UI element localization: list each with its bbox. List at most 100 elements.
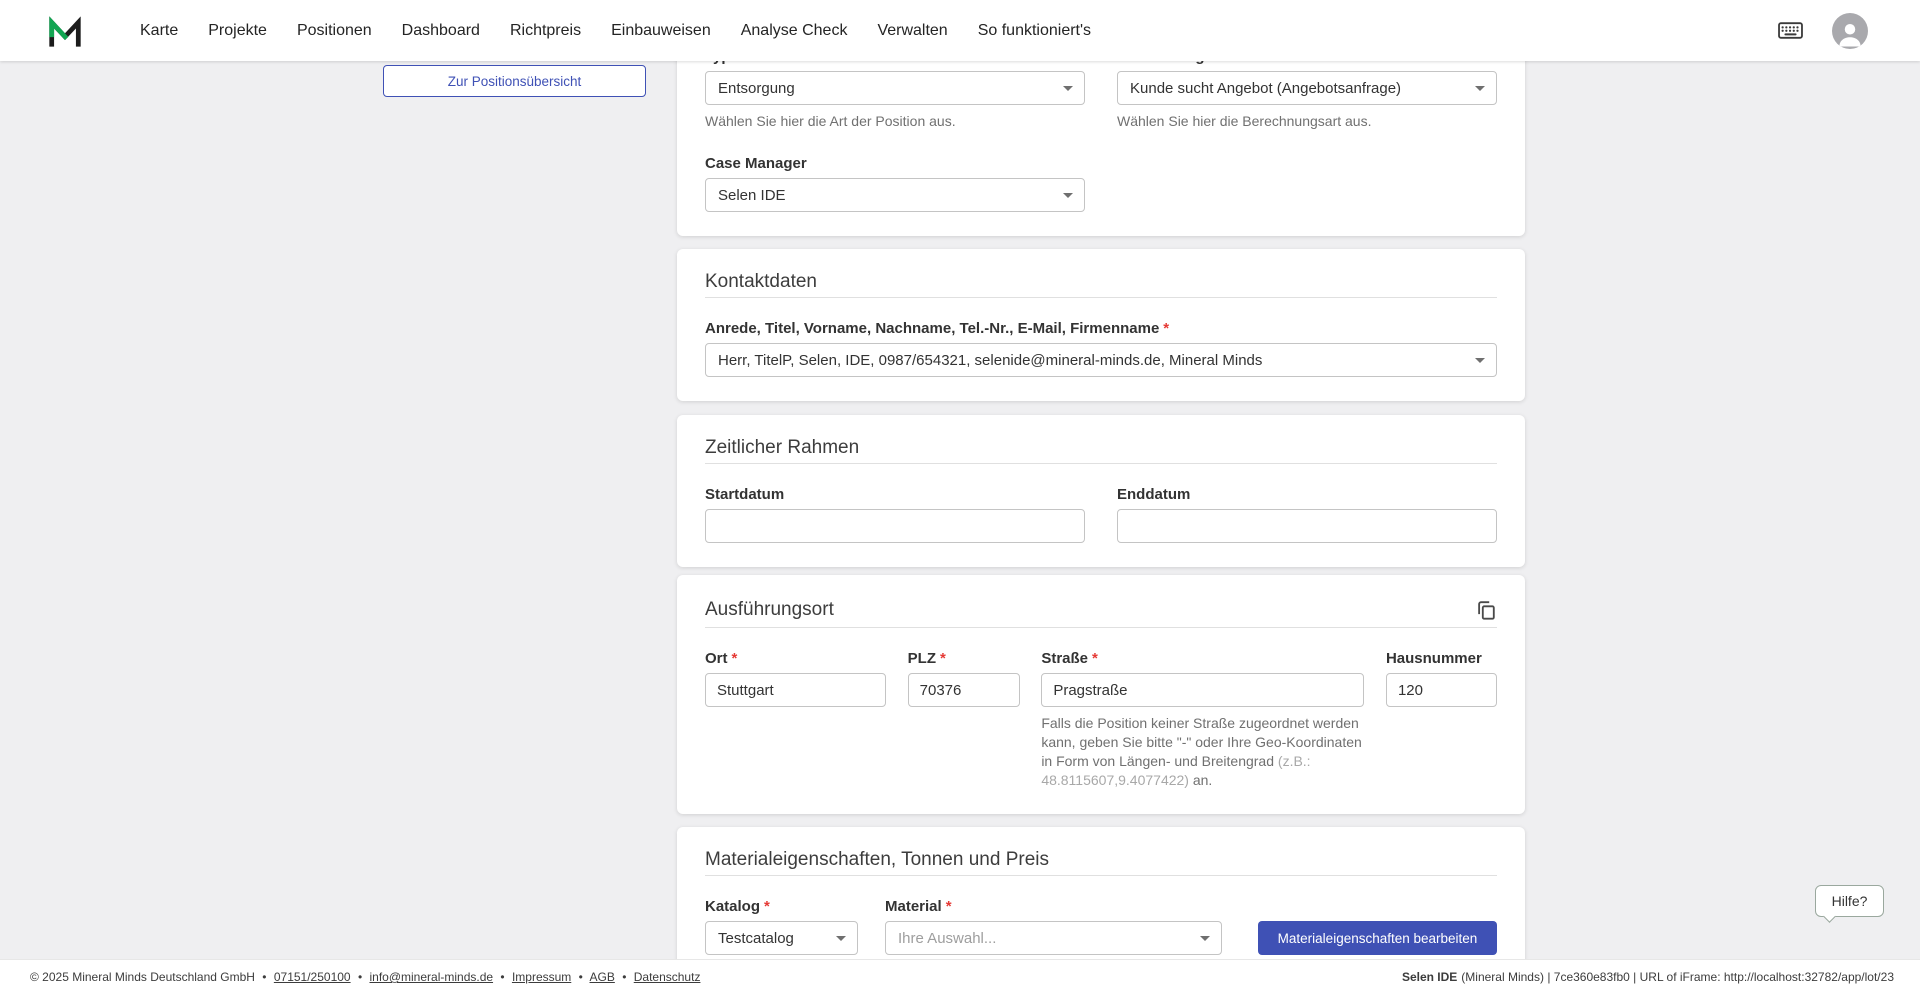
mineral-minds-logo-icon bbox=[46, 12, 84, 50]
footer-link-phone[interactable]: 07151/250100 bbox=[274, 970, 351, 984]
hausnummer-label-text: Hausnummer bbox=[1386, 650, 1482, 667]
chevron-down-icon bbox=[836, 936, 846, 941]
copy-icon bbox=[1475, 599, 1497, 621]
nav-item-so-funktionierts[interactable]: So funktioniert's bbox=[978, 22, 1091, 40]
top-navigation: Karte Projekte Positionen Dashboard Rich… bbox=[0, 0, 1920, 61]
strasse-label: Straße * bbox=[1041, 650, 1364, 667]
nav-item-richtpreis[interactable]: Richtpreis bbox=[510, 22, 581, 40]
berechnungsart-label-text: Berechnungsart bbox=[1117, 61, 1232, 65]
strasse-label-text: Straße bbox=[1041, 650, 1088, 667]
required-marker: * bbox=[732, 650, 738, 667]
chevron-down-icon bbox=[1063, 86, 1073, 91]
nav-item-einbauweisen[interactable]: Einbauweisen bbox=[611, 22, 711, 40]
kontakt-select-value: Herr, TitelP, Selen, IDE, 0987/654321, s… bbox=[718, 352, 1262, 369]
strasse-helper-text: Falls die Position keiner Straße zugeord… bbox=[1041, 714, 1364, 790]
typ-helper-text: Wählen Sie hier die Art der Position aus… bbox=[705, 112, 1085, 131]
materialeigenschaften-title: Materialeigenschaften, Tonnen und Preis bbox=[705, 851, 1497, 869]
nav-item-analyse-check[interactable]: Analyse Check bbox=[741, 22, 848, 40]
enddatum-input[interactable] bbox=[1117, 509, 1497, 543]
main-content: Zur Positionsübersicht Typ * Entsorgung … bbox=[0, 61, 1920, 959]
required-marker: * bbox=[940, 650, 946, 667]
copy-location-button[interactable] bbox=[1475, 599, 1497, 621]
keyboard-icon bbox=[1777, 17, 1804, 44]
divider bbox=[705, 297, 1497, 298]
footer-link-agb[interactable]: AGB bbox=[590, 970, 615, 984]
kontakt-select[interactable]: Herr, TitelP, Selen, IDE, 0987/654321, s… bbox=[705, 343, 1497, 377]
material-label-text: Material bbox=[885, 898, 942, 915]
chevron-down-icon bbox=[1475, 86, 1485, 91]
separator: • bbox=[622, 970, 626, 984]
brand-logo[interactable] bbox=[45, 11, 85, 51]
case-manager-label: Case Manager bbox=[705, 155, 1085, 172]
ausfuehrungsort-title: Ausführungsort bbox=[705, 601, 834, 619]
edit-material-properties-button[interactable]: Materialeigenschaften bearbeiten bbox=[1258, 921, 1497, 955]
kontakt-label-text: Anrede, Titel, Vorname, Nachname, Tel.-N… bbox=[705, 320, 1159, 337]
ort-label-text: Ort bbox=[705, 650, 728, 667]
nav-item-projekte[interactable]: Projekte bbox=[208, 22, 267, 40]
help-button[interactable]: Hilfe? bbox=[1815, 885, 1884, 917]
footer: © 2025 Mineral Minds Deutschland GmbH • … bbox=[0, 959, 1920, 994]
ort-input[interactable] bbox=[705, 673, 886, 707]
berechnungsart-helper-text: Wählen Sie hier die Berechnungsart aus. bbox=[1117, 112, 1497, 131]
typ-label: Typ * bbox=[705, 61, 1085, 65]
startdatum-label-text: Startdatum bbox=[705, 486, 784, 503]
footer-session-info: Selen IDE(Mineral Minds) | 7ce360e83fb0 … bbox=[1402, 970, 1894, 984]
session-details: (Mineral Minds) | 7ce360e83fb0 | URL of … bbox=[1461, 970, 1894, 984]
card-materialeigenschaften: Materialeigenschaften, Tonnen und Preis … bbox=[677, 827, 1525, 959]
katalog-label: Katalog * bbox=[705, 898, 858, 915]
plz-input[interactable] bbox=[908, 673, 1020, 707]
case-manager-select-value: Selen IDE bbox=[718, 187, 786, 204]
chevron-down-icon bbox=[1475, 358, 1485, 363]
required-marker: * bbox=[735, 61, 741, 65]
user-avatar-icon bbox=[1835, 19, 1865, 49]
nav-item-karte[interactable]: Karte bbox=[140, 22, 178, 40]
startdatum-label: Startdatum bbox=[705, 486, 1085, 503]
enddatum-label: Enddatum bbox=[1117, 486, 1497, 503]
required-marker: * bbox=[764, 898, 770, 915]
typ-select-value: Entsorgung bbox=[718, 80, 795, 97]
chevron-down-icon bbox=[1063, 193, 1073, 198]
nav-item-dashboard[interactable]: Dashboard bbox=[402, 22, 480, 40]
typ-select[interactable]: Entsorgung bbox=[705, 71, 1085, 105]
nav-item-positionen[interactable]: Positionen bbox=[297, 22, 372, 40]
footer-link-email[interactable]: info@mineral-minds.de bbox=[369, 970, 493, 984]
ort-label: Ort * bbox=[705, 650, 886, 667]
strasse-helper-main: Falls die Position keiner Straße zugeord… bbox=[1041, 715, 1361, 769]
katalog-select[interactable]: Testcatalog bbox=[705, 921, 858, 955]
footer-link-impressum[interactable]: Impressum bbox=[512, 970, 571, 984]
footer-left: © 2025 Mineral Minds Deutschland GmbH • … bbox=[30, 970, 700, 984]
card-zeitlicher-rahmen: Zeitlicher Rahmen Startdatum Enddatum bbox=[677, 415, 1525, 567]
katalog-label-text: Katalog bbox=[705, 898, 760, 915]
material-select[interactable]: Ihre Auswahl... bbox=[885, 921, 1222, 955]
plz-label: PLZ * bbox=[908, 650, 1020, 667]
katalog-select-value: Testcatalog bbox=[718, 930, 794, 947]
strasse-input[interactable] bbox=[1041, 673, 1364, 707]
footer-link-datenschutz[interactable]: Datenschutz bbox=[634, 970, 701, 984]
material-select-placeholder: Ihre Auswahl... bbox=[898, 930, 996, 947]
startdatum-input[interactable] bbox=[705, 509, 1085, 543]
berechnungsart-select[interactable]: Kunde sucht Angebot (Angebotsanfrage) bbox=[1117, 71, 1497, 105]
required-marker: * bbox=[946, 898, 952, 915]
separator: • bbox=[358, 970, 362, 984]
required-marker: * bbox=[1236, 61, 1242, 65]
divider bbox=[705, 875, 1497, 876]
case-manager-select[interactable]: Selen IDE bbox=[705, 178, 1085, 212]
card-kontaktdaten: Kontaktdaten Anrede, Titel, Vorname, Nac… bbox=[677, 249, 1525, 401]
typ-label-text: Typ bbox=[705, 61, 731, 65]
keyboard-button[interactable] bbox=[1777, 17, 1804, 44]
kontakt-label: Anrede, Titel, Vorname, Nachname, Tel.-N… bbox=[705, 320, 1497, 337]
separator: • bbox=[579, 970, 583, 984]
chevron-down-icon bbox=[1200, 936, 1210, 941]
nav-item-verwalten[interactable]: Verwalten bbox=[877, 22, 947, 40]
zeitlicher-rahmen-title: Zeitlicher Rahmen bbox=[705, 439, 1497, 457]
main-nav: Karte Projekte Positionen Dashboard Rich… bbox=[140, 22, 1091, 40]
copyright-text: © 2025 Mineral Minds Deutschland GmbH bbox=[30, 970, 255, 984]
required-marker: * bbox=[1163, 320, 1169, 337]
case-manager-label-text: Case Manager bbox=[705, 155, 807, 172]
separator: • bbox=[262, 970, 266, 984]
material-label: Material * bbox=[885, 898, 1222, 915]
user-avatar-button[interactable] bbox=[1832, 13, 1868, 49]
hausnummer-input[interactable] bbox=[1386, 673, 1497, 707]
back-to-positions-button[interactable]: Zur Positionsübersicht bbox=[383, 65, 646, 97]
plz-label-text: PLZ bbox=[908, 650, 936, 667]
